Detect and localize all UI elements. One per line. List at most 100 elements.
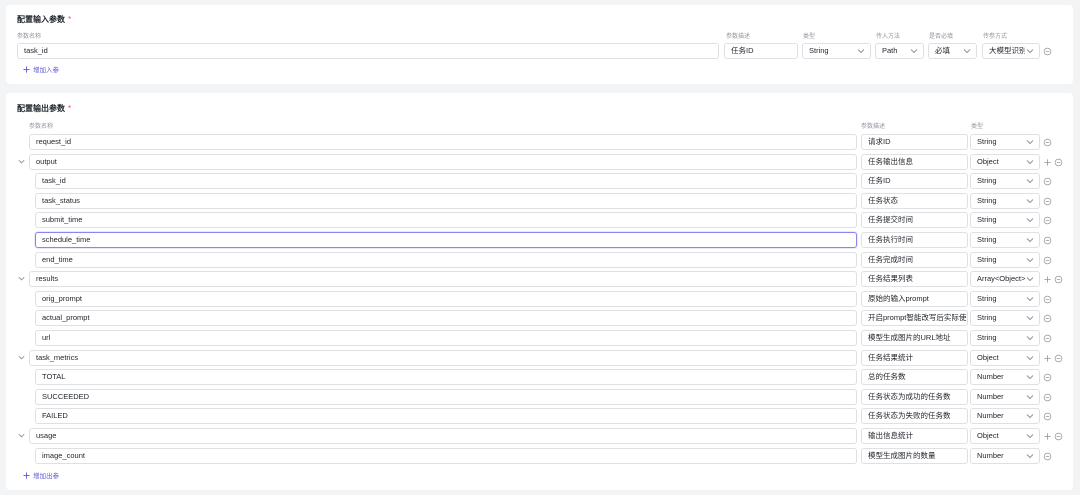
output-type-select[interactable]: Array<Object> [970,271,1040,287]
output-param-name-field[interactable]: task_status [35,193,857,209]
output-type-select[interactable]: Object [970,350,1040,366]
select-value: String [977,333,997,342]
output-param-desc-field[interactable]: 任务结果列表 [861,271,968,287]
output-param-name-field[interactable]: orig_prompt [35,291,857,307]
output-param-desc-field[interactable]: 任务状态 [861,193,968,209]
chevron-down-icon[interactable] [17,157,26,166]
output-param-desc-field[interactable]: 模型生成图片的URL地址 [861,330,968,346]
output-param-desc-field[interactable]: 请求ID [861,134,968,150]
output-param-name-field[interactable]: request_id [29,134,857,150]
chevron-down-icon[interactable] [17,274,26,283]
chevron-down-icon [1026,277,1034,282]
output-type-select[interactable]: String [970,232,1040,248]
input-params-card: 配置输入参数 * 参数名称 参数描述 类型 传入方法 是否必填 传参方式 task… [6,5,1073,84]
minus-circle-icon[interactable] [1043,314,1052,323]
input-pass-method-select[interactable]: 大模型识别 [982,43,1040,59]
output-param-desc-field[interactable]: 输出信息统计 [861,428,968,444]
plus-icon[interactable] [1043,275,1052,284]
output-type-select[interactable]: String [970,291,1040,307]
output-param-desc-field[interactable]: 任务状态为失败的任务数 [861,408,968,424]
plus-icon[interactable] [1043,354,1052,363]
select-value: Object [977,431,999,440]
output-param-desc-field[interactable]: 任务输出信息 [861,154,968,170]
minus-circle-icon[interactable] [1043,334,1052,343]
output-type-select[interactable]: String [970,173,1040,189]
output-type-select[interactable]: Number [970,389,1040,405]
output-type-select[interactable]: String [970,134,1040,150]
output-type-select[interactable]: String [970,193,1040,209]
select-value: Number [977,451,1004,460]
plus-icon [23,65,30,73]
output-param-desc-field[interactable]: 模型生成图片的数量 [861,448,968,464]
minus-circle-icon[interactable] [1043,256,1052,265]
minus-circle-icon[interactable] [1043,236,1052,245]
output-param-name-field[interactable]: submit_time [35,212,857,228]
output-type-select[interactable]: Number [970,369,1040,385]
output-type-select[interactable]: Object [970,154,1040,170]
output-param-name-field[interactable]: TOTAL [35,369,857,385]
minus-circle-icon[interactable] [1043,138,1052,147]
output-param-desc-field[interactable]: 开启prompt智能改写后实际使F [861,310,968,326]
output-param-name-field[interactable]: url [35,330,857,346]
chevron-down-icon [857,49,865,54]
output-param-name-field[interactable]: usage [29,428,857,444]
output-type-select[interactable]: Number [970,448,1040,464]
output-param-name-field[interactable]: end_time [35,252,857,268]
plus-icon[interactable] [1043,158,1052,167]
output-param-name-field[interactable]: SUCCEEDED [35,389,857,405]
output-param-desc-field[interactable]: 任务状态为成功的任务数 [861,389,968,405]
minus-circle-icon[interactable] [1043,216,1052,225]
chevron-down-icon[interactable] [17,431,26,440]
chevron-down-icon [1026,140,1034,145]
minus-circle-icon[interactable] [1043,373,1052,382]
output-param-desc-field[interactable]: 任务提交时间 [861,212,968,228]
output-param-desc-field[interactable]: 总的任务数 [861,369,968,385]
output-param-name-field[interactable]: FAILED [35,408,857,424]
output-type-select[interactable]: String [970,252,1040,268]
output-param-name-field[interactable]: schedule_time [35,232,857,248]
input-method-select[interactable]: Path [875,43,924,59]
minus-circle-icon[interactable] [1043,412,1052,421]
plus-icon[interactable] [1043,432,1052,441]
output-type-select[interactable]: String [970,212,1040,228]
output-type-select[interactable]: Number [970,408,1040,424]
output-param-desc-field[interactable]: 任务结果统计 [861,350,968,366]
chevron-down-icon [1026,49,1034,54]
minus-circle-icon[interactable] [1054,354,1063,363]
header-param-desc: 参数描述 [861,124,886,130]
output-param-desc-field[interactable]: 任务执行时间 [861,232,968,248]
output-type-select[interactable]: Object [970,428,1040,444]
minus-circle-icon[interactable] [1043,295,1052,304]
minus-circle-icon[interactable] [1043,177,1052,186]
header-param-name: 参数名称 [29,124,54,130]
minus-circle-icon[interactable] [1054,275,1063,284]
add-output-param-label: 增加出参 [33,473,59,480]
minus-circle-icon[interactable] [1043,393,1052,402]
output-param-name-field[interactable]: actual_prompt [35,310,857,326]
input-required-select[interactable]: 必填 [928,43,977,59]
output-param-desc-field[interactable]: 原始的输入prompt [861,291,968,307]
input-type-select[interactable]: String [802,43,871,59]
output-param-name-field[interactable]: output [29,154,857,170]
input-param-desc-field[interactable]: 任务ID [724,43,798,59]
output-param-desc-field[interactable]: 任务完成时间 [861,252,968,268]
chevron-down-icon [1026,258,1034,263]
minus-circle-icon[interactable] [1043,47,1052,56]
minus-circle-icon[interactable] [1054,158,1063,167]
output-param-name-field[interactable]: results [29,271,857,287]
output-type-select[interactable]: String [970,310,1040,326]
chevron-down-icon[interactable] [17,353,26,362]
output-param-name-field[interactable]: task_id [35,173,857,189]
input-param-name-field[interactable]: task_id [17,43,719,59]
select-value: String [977,255,997,264]
output-type-select[interactable]: String [970,330,1040,346]
minus-circle-icon[interactable] [1054,432,1063,441]
add-output-param-button[interactable]: 增加出参 [23,470,59,480]
minus-circle-icon[interactable] [1043,197,1052,206]
output-param-desc-field[interactable]: 任务ID [861,173,968,189]
minus-circle-icon[interactable] [1043,452,1052,461]
output-param-name-field[interactable]: task_metrics [29,350,857,366]
output-param-name-field[interactable]: image_count [35,448,857,464]
add-input-param-button[interactable]: 增加入参 [23,64,59,74]
select-value: Number [977,411,1004,420]
